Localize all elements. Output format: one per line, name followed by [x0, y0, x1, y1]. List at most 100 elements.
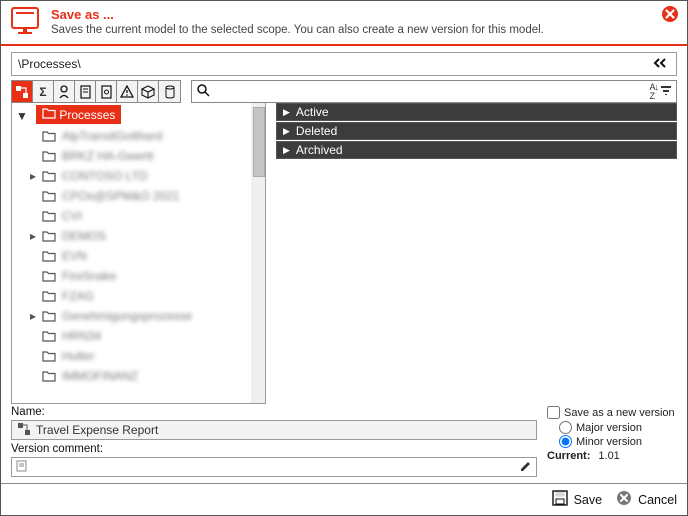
scrollbar[interactable] [251, 103, 265, 403]
dialog-subtitle: Saves the current model to the selected … [51, 24, 677, 36]
expand-icon: ▶ [283, 126, 290, 137]
status-label: Archived [296, 143, 343, 157]
current-label: Current: [547, 450, 590, 462]
tree-item-label: FZAG [62, 289, 94, 303]
breadcrumb-bar[interactable]: \Processes\ [11, 52, 677, 76]
tree-root[interactable]: Processes [36, 105, 121, 124]
category-toolbar: Σ [11, 80, 181, 103]
tree-item-label: DEMOS [62, 229, 106, 243]
folder-icon [42, 210, 56, 222]
tree-item[interactable]: FZAG [12, 286, 265, 306]
tree-item-label: BRKZ HA-Gwertt [62, 149, 153, 163]
current-version-value: 1.01 [598, 450, 619, 462]
folder-icon [42, 170, 56, 182]
major-version-radio[interactable]: Major version [547, 421, 677, 434]
status-row-active[interactable]: ▶ Active [276, 103, 677, 121]
body: ▼ Processes AlpTransitGotthard BRKZ HA-Gw… [11, 103, 677, 404]
tree-item[interactable]: ▸ Genehmigungsprozesse [12, 306, 265, 326]
tree-item[interactable]: BRKZ HA-Gwertt [12, 146, 265, 166]
tree-item-label: CPOs@SPM&O 2021 [62, 189, 180, 203]
folder-icon [42, 270, 56, 282]
expand-icon[interactable]: ▸ [30, 169, 42, 183]
expand-icon: ▶ [283, 107, 290, 118]
folder-icon [42, 330, 56, 342]
expand-icon: ▶ [283, 145, 290, 156]
tree-item-label: FireSnake [62, 269, 117, 283]
tab-person-icon[interactable] [54, 81, 75, 102]
dialog-header: Save as ... Saves the current model to t… [1, 1, 687, 46]
tree-item-label: EVN [62, 249, 87, 263]
status-row-archived[interactable]: ▶ Archived [276, 141, 677, 159]
status-label: Deleted [296, 124, 337, 138]
save-icon [552, 490, 568, 509]
version-comment-field[interactable] [11, 457, 537, 477]
status-label: Active [296, 105, 329, 119]
tree-item-label: IMMOFINANZ [62, 369, 138, 383]
toolbar-row: Σ A↓Z [11, 80, 677, 103]
tree-item-label: CONTOSO LTD [62, 169, 148, 183]
tab-doc1-icon[interactable] [75, 81, 96, 102]
diagram-icon [18, 423, 30, 438]
tab-sigma-icon[interactable]: Σ [33, 81, 54, 102]
cancel-icon [616, 490, 632, 509]
folder-icon [42, 370, 56, 382]
close-icon[interactable] [661, 5, 679, 23]
tab-doc2-icon[interactable] [96, 81, 117, 102]
folder-icon [42, 150, 56, 162]
tree-collapse-icon[interactable]: ▼ [16, 109, 26, 123]
note-icon [16, 460, 28, 475]
version-options: Save as a new version Major version Mino… [547, 406, 677, 462]
search-icon [196, 83, 210, 100]
app-icon [11, 7, 43, 35]
tab-server-icon[interactable] [159, 81, 180, 102]
tree-item[interactable]: HRN34 [12, 326, 265, 346]
folder-icon [42, 250, 56, 262]
tree-pane: ▼ Processes AlpTransitGotthard BRKZ HA-Gw… [11, 103, 266, 404]
folder-icon [42, 130, 56, 142]
tree-item[interactable]: IMMOFINANZ [12, 366, 265, 386]
tree-root-label: Processes [59, 108, 115, 122]
tab-processes-icon[interactable] [12, 81, 33, 102]
lower-section: Name: Travel Expense Report Version comm… [11, 406, 677, 479]
expand-icon[interactable]: ▸ [30, 229, 42, 243]
tree-item[interactable]: Hutter [12, 346, 265, 366]
folder-icon [42, 350, 56, 362]
tree-item-label: AlpTransitGotthard [62, 129, 162, 143]
tab-warning-icon[interactable] [117, 81, 138, 102]
breadcrumb: \Processes\ [18, 57, 650, 71]
tree-item-label: CVI [62, 209, 82, 223]
minor-version-radio[interactable]: Minor version [547, 435, 677, 448]
save-button[interactable]: Save [552, 490, 603, 509]
filter-icon[interactable] [660, 84, 672, 99]
save-new-version-checkbox[interactable]: Save as a new version [547, 406, 677, 419]
sort-az-icon[interactable]: A↓Z [649, 83, 658, 101]
folder-icon [42, 107, 56, 122]
name-label: Name: [11, 406, 537, 418]
tab-cube-icon[interactable] [138, 81, 159, 102]
breadcrumb-collapse-icon[interactable] [650, 57, 670, 72]
folder-icon [42, 310, 56, 322]
search-bar[interactable]: A↓Z [191, 80, 677, 103]
expand-icon[interactable]: ▸ [30, 309, 42, 323]
tree-item[interactable]: AlpTransitGotthard [12, 126, 265, 146]
name-value: Travel Expense Report [36, 423, 158, 437]
save-as-dialog: Save as ... Saves the current model to t… [0, 0, 688, 516]
tree-item-label: HRN34 [62, 329, 101, 343]
dialog-footer: Save Cancel [1, 483, 687, 515]
tree-item[interactable]: ▸ CONTOSO LTD [12, 166, 265, 186]
name-field[interactable]: Travel Expense Report [11, 420, 537, 440]
tree-item[interactable]: ▸ DEMOS [12, 226, 265, 246]
dialog-title: Save as ... [51, 7, 677, 22]
tree-item[interactable]: CPOs@SPM&O 2021 [12, 186, 265, 206]
tree-item-label: Hutter [62, 349, 95, 363]
edit-icon[interactable] [520, 460, 532, 475]
tree-item-label: Genehmigungsprozesse [62, 309, 192, 323]
tree-item[interactable]: CVI [12, 206, 265, 226]
status-row-deleted[interactable]: ▶ Deleted [276, 122, 677, 140]
cancel-button[interactable]: Cancel [616, 490, 677, 509]
status-pane: ▶ Active ▶ Deleted ▶ Archived [276, 103, 677, 404]
tree-item[interactable]: EVN [12, 246, 265, 266]
folder-icon [42, 190, 56, 202]
folder-icon [42, 230, 56, 242]
tree-item[interactable]: FireSnake [12, 266, 265, 286]
